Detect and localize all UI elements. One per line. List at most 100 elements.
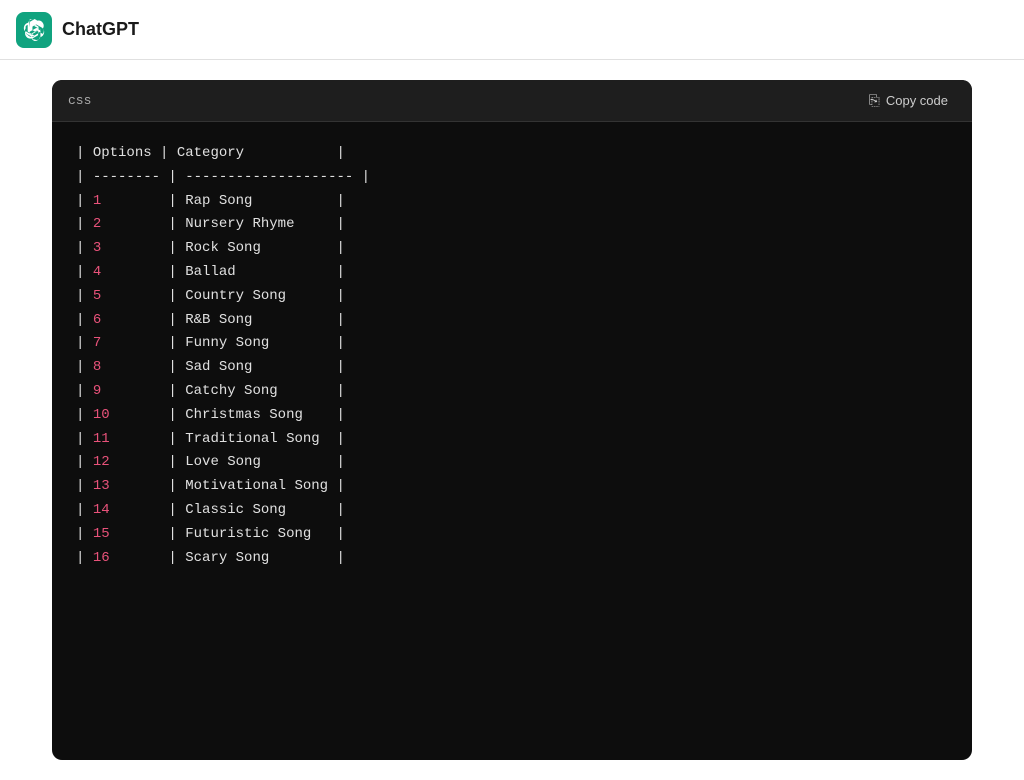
pipe: | [76, 309, 93, 333]
code-language: css [68, 93, 91, 108]
table-row: | 13 | Motivational Song | [76, 475, 948, 499]
pipe: | [328, 475, 345, 499]
pipe: | [328, 380, 345, 404]
row-category: Rap Song [185, 190, 328, 214]
main-container: css ⎘ Copy code | Options | Category | |… [0, 60, 1024, 780]
app-logo [16, 12, 52, 48]
pipe: | [76, 451, 93, 475]
pipe: | [328, 499, 345, 523]
pipe: | [110, 451, 186, 475]
row-category: Christmas Song [185, 404, 328, 428]
row-category: R&B Song [185, 309, 328, 333]
app-name: ChatGPT [62, 19, 139, 40]
code-block-header: css ⎘ Copy code [52, 80, 972, 122]
pipe: | [76, 380, 93, 404]
pipe: | [76, 213, 93, 237]
pipe: | [110, 523, 186, 547]
row-num: 16 [93, 547, 110, 571]
row-num: 8 [93, 356, 110, 380]
header-col1: Options [93, 142, 152, 166]
pipe: | [76, 237, 93, 261]
table-header-row: | Options | Category | [76, 142, 948, 166]
table-row: | 9 | Catchy Song | [76, 380, 948, 404]
row-category: Country Song [185, 285, 328, 309]
row-category: Motivational Song [185, 475, 328, 499]
copy-label: Copy code [886, 93, 948, 108]
row-category: Ballad [185, 261, 328, 285]
table-row: | 12 | Love Song | [76, 451, 948, 475]
row-category: Traditional Song [185, 428, 328, 452]
row-category: Scary Song [185, 547, 328, 571]
sep-col2: -------------------- [185, 166, 353, 190]
pipe: | [328, 190, 345, 214]
code-block: css ⎘ Copy code | Options | Category | |… [52, 80, 972, 760]
table-row: | 4 | Ballad | [76, 261, 948, 285]
table-row: | 6 | R&B Song | [76, 309, 948, 333]
pipe: | [328, 285, 345, 309]
pipe: | [328, 428, 345, 452]
table-row: | 11 | Traditional Song | [76, 428, 948, 452]
row-category: Catchy Song [185, 380, 328, 404]
row-num: 14 [93, 499, 110, 523]
table-row: | 1 | Rap Song | [76, 190, 948, 214]
row-category: Futuristic Song [185, 523, 328, 547]
pipe: | [110, 261, 186, 285]
table-separator-row: | -------- | -------------------- | [76, 166, 948, 190]
pipe: | [76, 523, 93, 547]
row-num: 15 [93, 523, 110, 547]
pipe: | [76, 475, 93, 499]
pipe: | [76, 261, 93, 285]
pipe: | [76, 142, 93, 166]
pipe: | [328, 237, 345, 261]
row-category: Rock Song [185, 237, 328, 261]
pipe: | [110, 547, 186, 571]
row-num: 5 [93, 285, 110, 309]
table-row: | 16 | Scary Song | [76, 547, 948, 571]
pipe: | [76, 285, 93, 309]
header-col2: Category [177, 142, 244, 166]
pipe: | [110, 237, 186, 261]
pipe: | [328, 309, 345, 333]
row-num: 10 [93, 404, 110, 428]
pipe: | [328, 404, 345, 428]
row-category: Nursery Rhyme [185, 213, 328, 237]
row-num: 2 [93, 213, 110, 237]
pipe: | [328, 332, 345, 356]
row-category: Funny Song [185, 332, 328, 356]
row-num: 13 [93, 475, 110, 499]
row-category: Love Song [185, 451, 328, 475]
row-num: 9 [93, 380, 110, 404]
table-row: | 14 | Classic Song | [76, 499, 948, 523]
pipe: | [110, 380, 186, 404]
copy-code-button[interactable]: ⎘ Copy code [861, 88, 956, 113]
row-num: 7 [93, 332, 110, 356]
pipe: | [110, 356, 186, 380]
pipe: | [76, 356, 93, 380]
row-num: 6 [93, 309, 110, 333]
header-col2-pad: | [244, 142, 345, 166]
pipe: | [328, 547, 345, 571]
table-row: | 15 | Futuristic Song | [76, 523, 948, 547]
row-num: 3 [93, 237, 110, 261]
table-row: | 2 | Nursery Rhyme | [76, 213, 948, 237]
pipe: | [328, 523, 345, 547]
pipe: | [76, 547, 93, 571]
pipe: | [328, 356, 345, 380]
row-num: 12 [93, 451, 110, 475]
pipe: | [76, 428, 93, 452]
code-content: | Options | Category | | -------- | ----… [52, 122, 972, 590]
pipe: | [110, 213, 186, 237]
pipe: | [76, 190, 93, 214]
header-col1-pad: | [152, 142, 177, 166]
pipe: | [328, 261, 345, 285]
pipe: | [110, 499, 186, 523]
pipe: | [76, 404, 93, 428]
pipe: | [76, 332, 93, 356]
table-row: | 10 | Christmas Song | [76, 404, 948, 428]
table-row: | 7 | Funny Song | [76, 332, 948, 356]
pipe: | [328, 451, 345, 475]
pipe: | [328, 213, 345, 237]
table-rows-container: | 1 | Rap Song || 2 | Nursery Rhyme || 3… [76, 190, 948, 571]
row-num: 1 [93, 190, 110, 214]
pipe: | [76, 499, 93, 523]
